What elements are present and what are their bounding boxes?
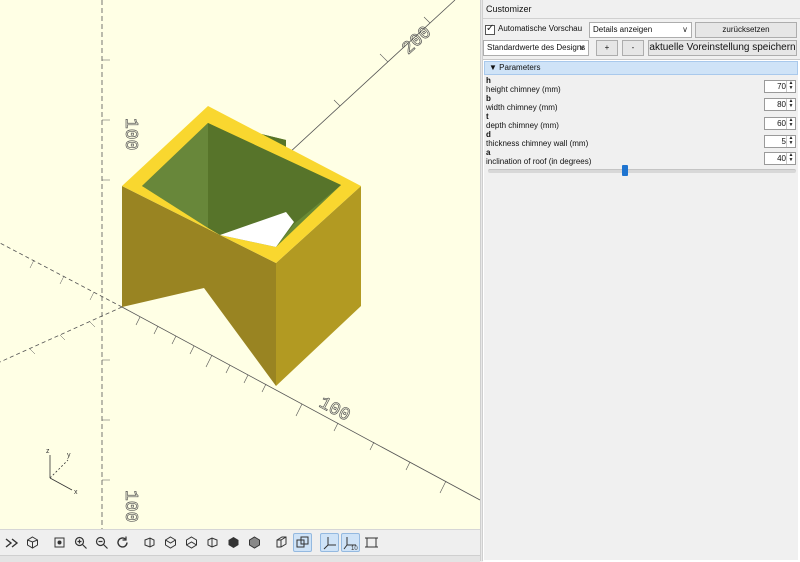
param-spinbox[interactable]: 5 ▲ ▼ [764,135,796,148]
parameters-section: ▼ Parameters h height chimney (mm) 70 ▲ ▼… [483,59,800,562]
animate-icon [5,538,19,548]
preview-icon [27,536,38,549]
show-scale-markers-button[interactable]: 10 [341,533,360,552]
save-preset-button[interactable]: aktuelle Voreinstellung speichern [648,40,797,56]
show-edges-button[interactable] [362,533,381,552]
orthogonal-button[interactable] [293,533,312,552]
y-axis-negative [0,242,123,308]
reset-view-icon [117,536,128,548]
view-back-button[interactable] [245,533,264,552]
param-name: a [486,148,491,157]
auto-preview-checkbox[interactable] [485,23,495,35]
param-description: depth chimney (mm) [486,121,559,130]
details-select[interactable]: Details anzeigen ∨ [589,22,692,38]
view-front-button[interactable] [224,533,243,552]
param-value: 40 [777,154,786,163]
inclination-slider-handle[interactable] [621,165,628,176]
param-spinbox[interactable]: 60 ▲ ▼ [764,117,796,130]
gizmo-x-label: x [74,489,78,496]
view-all-icon [54,537,65,548]
spin-arrows-icon[interactable]: ▲ ▼ [786,99,795,110]
view-front-icon [228,537,239,548]
z-scale-label-lower: 100 [120,490,140,522]
x-axis-negative [0,306,123,363]
show-scale-markers-icon: 10 [343,537,358,550]
view-toolbar: 10 [0,529,480,555]
param-description: width chimney (mm) [486,103,558,112]
zoom-in-icon [74,536,87,549]
param-name: d [486,130,491,139]
reset-view-button[interactable] [113,533,132,552]
preset-select[interactable]: Standardwerte des Designs ∨ [483,40,589,56]
details-select-value: Details anzeigen [593,25,653,34]
param-spinbox[interactable]: 70 ▲ ▼ [764,80,796,93]
param-value: 80 [777,100,786,109]
zoom-out-icon [95,536,108,549]
show-edges-icon [365,537,378,548]
chevron-down-icon: ∨ [682,25,688,34]
param-name: b [486,94,491,103]
parameters-header[interactable]: ▼ Parameters [484,61,798,75]
show-axes-button[interactable] [320,533,339,552]
param-description: thickness chimney wall (mm) [486,139,589,148]
view-left-icon [207,537,218,548]
preset-select-value: Standardwerte des Designs [487,43,586,52]
zoom-out-button[interactable] [92,533,111,552]
auto-preview-label: Automatische Vorschau [498,24,583,33]
gizmo-z-label: z [46,448,50,455]
param-value: 70 [777,82,786,91]
view-top-icon [165,536,176,549]
animate-button[interactable] [2,533,21,552]
chevron-down-icon: ∨ [579,43,585,52]
param-description: height chimney (mm) [486,85,561,94]
z-scale-label-upper: 100 [120,118,140,150]
spin-arrows-icon[interactable]: ▲ ▼ [786,118,795,129]
param-value: 60 [777,119,786,128]
param-name: t [486,112,489,121]
param-spinbox[interactable]: 40 ▲ ▼ [764,152,796,165]
inclination-slider-track[interactable] [488,169,796,173]
view-right-icon [144,537,155,548]
orthogonal-icon [296,536,309,548]
customizer-panel: Customizer Automatische Vorschau Details… [483,0,800,562]
spin-arrows-icon[interactable]: ▲ ▼ [786,81,795,92]
spin-arrows-icon[interactable]: ▲ ▼ [786,136,795,147]
view-bottom-button[interactable] [182,533,201,552]
view-all-button[interactable] [50,533,69,552]
param-description: inclination of roof (in degrees) [486,157,592,166]
perspective-button[interactable] [272,533,291,552]
3d-viewport[interactable]: 200 100 100 100 z x y [0,0,480,529]
spin-arrows-icon[interactable]: ▲ ▼ [786,153,795,164]
add-preset-button[interactable]: + [596,40,618,56]
view-bottom-icon [186,536,197,549]
parameters-list: h height chimney (mm) 70 ▲ ▼ b width chim… [484,75,798,560]
parameters-header-label: Parameters [499,63,541,72]
customizer-title: Customizer [483,0,800,19]
view-right-button[interactable] [140,533,159,552]
3d-scene[interactable]: 200 100 100 100 z x y [0,0,480,529]
gizmo-y-label: y [67,452,71,459]
svg-text:10: 10 [351,546,358,550]
y-scale-label: 200 [399,23,436,60]
perspective-icon [276,536,287,548]
view-top-button[interactable] [161,533,180,552]
param-spinbox[interactable]: 80 ▲ ▼ [764,98,796,111]
chimney-model [122,106,361,386]
view-left-button[interactable] [203,533,222,552]
view-back-icon [249,536,260,549]
axis-gizmo: z x y [46,448,78,496]
reset-button[interactable]: zurücksetzen [695,22,797,38]
remove-preset-button[interactable]: - [622,40,644,56]
zoom-in-button[interactable] [71,533,90,552]
param-name: h [486,76,491,85]
show-axes-icon [323,537,336,550]
triangle-down-icon: ▼ [489,63,497,72]
preview-button[interactable] [23,533,42,552]
